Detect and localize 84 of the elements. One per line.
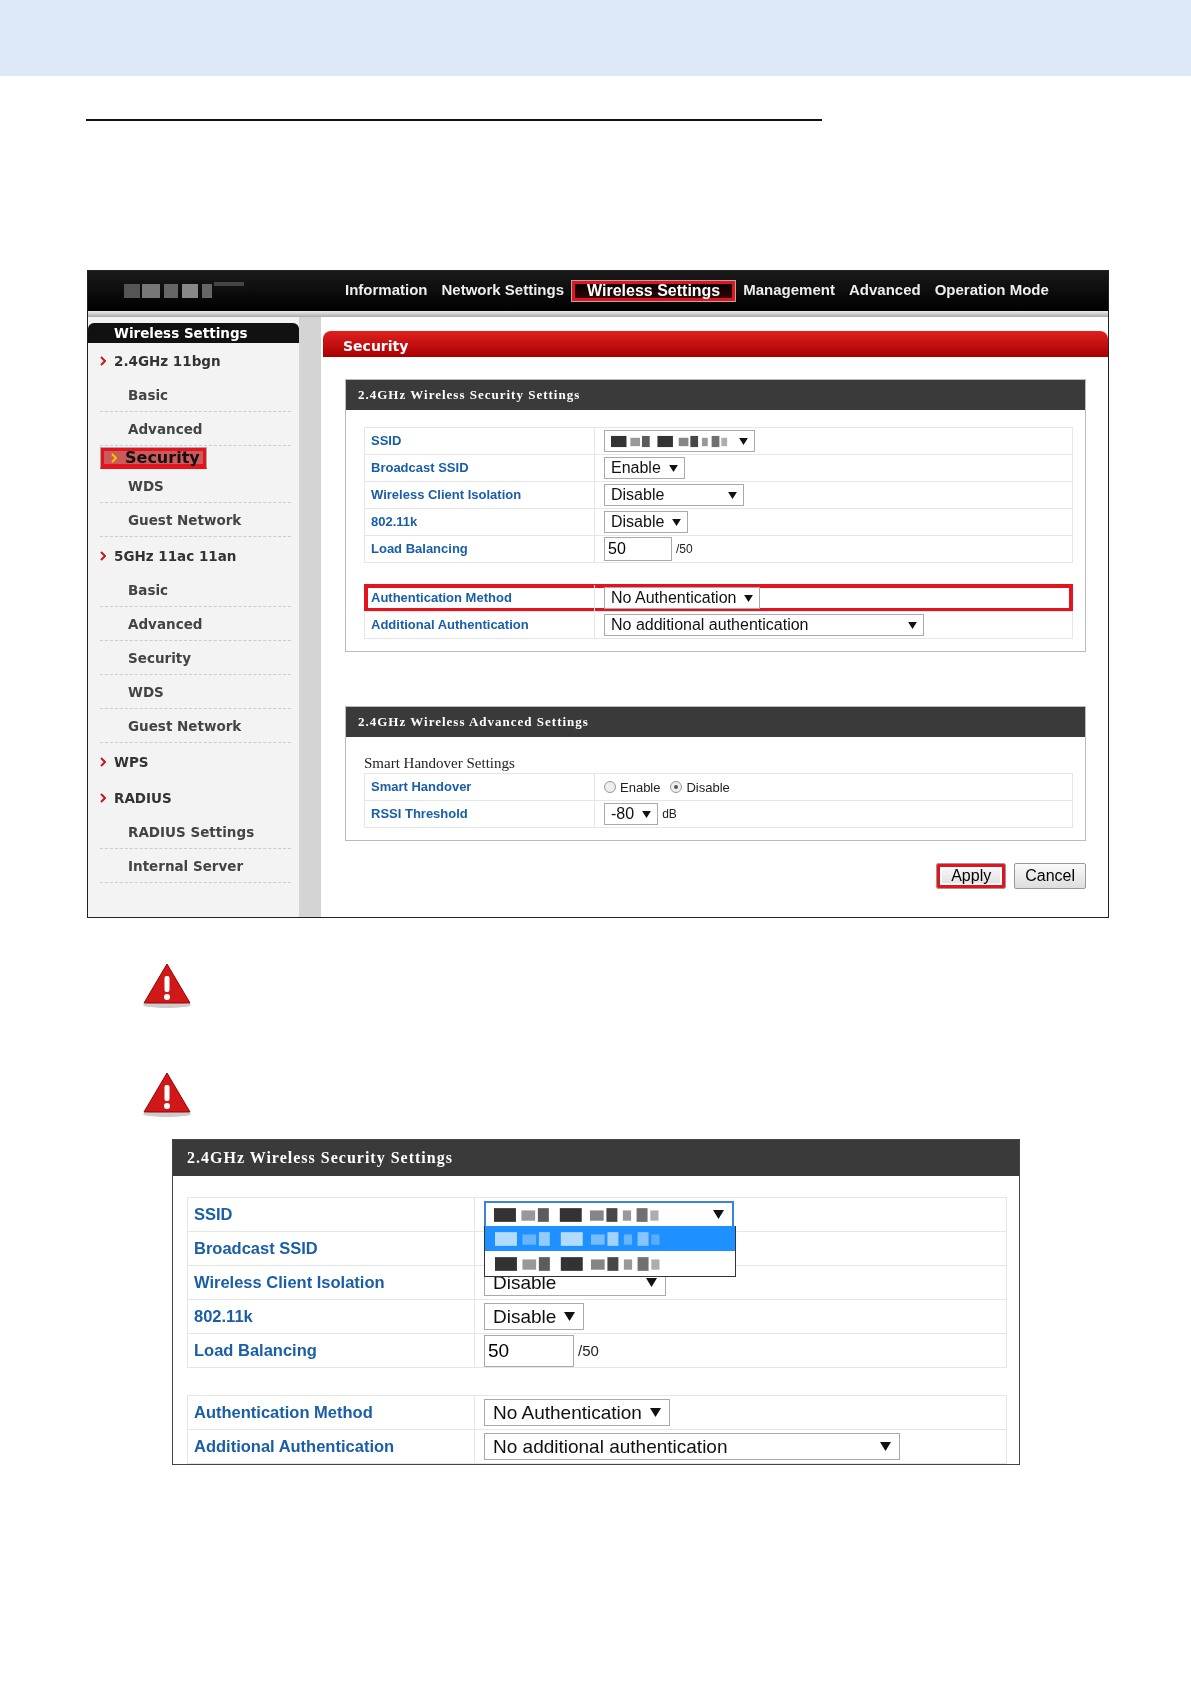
sidebar-group[interactable]: 5GHz 11ac 11an (88, 538, 299, 574)
sidebar-item[interactable]: Internal Server (100, 850, 291, 883)
field-label: Authentication Method (365, 585, 595, 611)
field-label: Broadcast SSID (188, 1232, 475, 1265)
caret-icon (744, 594, 754, 602)
radio-label: Enable (620, 779, 661, 795)
sidebar-item[interactable]: Security (100, 447, 207, 469)
dropdown-select[interactable]: No Authentication (484, 1399, 670, 1426)
sidebar-group[interactable]: RADIUS (88, 780, 299, 816)
field-label: Load Balancing (188, 1334, 475, 1367)
field-label: Additional Authentication (188, 1430, 475, 1463)
sidebar-item[interactable]: Advanced (100, 608, 291, 641)
sidebar-item[interactable]: Guest Network (100, 710, 291, 743)
nav-tab[interactable]: Wireless Settings (571, 280, 737, 302)
dropdown-select[interactable]: No Authentication (604, 587, 761, 609)
sidebar-item[interactable]: Advanced (100, 413, 291, 446)
nav-tab[interactable]: Operation Mode (927, 271, 1056, 311)
caret-icon (739, 437, 748, 445)
radio-button[interactable] (604, 781, 616, 793)
sidebar-item[interactable]: RADIUS Settings (100, 816, 291, 849)
sidebar-title: Wireless Settings (88, 323, 299, 343)
dropdown-select[interactable]: No additional authentication (484, 1433, 900, 1460)
sidebar-item[interactable]: WDS (100, 676, 291, 709)
field-label: SSID (365, 428, 595, 454)
field-label: 802.11k (188, 1300, 475, 1333)
chevron-icon (100, 356, 106, 366)
field-label: Wireless Client Isolation (365, 482, 595, 508)
field-label: Authentication Method (188, 1396, 475, 1429)
field-label: 802.11k (365, 509, 595, 535)
dropdown-select[interactable]: Disable (484, 1303, 585, 1330)
page-title-bar: Security (323, 331, 1108, 357)
field-label: Wireless Client Isolation (188, 1266, 475, 1299)
field-label: Broadcast SSID (365, 455, 595, 481)
chevron-icon (100, 757, 106, 767)
dropdown-select[interactable]: Disable (604, 484, 744, 506)
dropdown-select[interactable]: Enable (604, 457, 685, 479)
caret-icon (672, 518, 682, 526)
chevron-icon (111, 452, 117, 463)
unit-label: /50 (676, 542, 693, 556)
caret-icon (713, 1210, 724, 1219)
panel-header: 2.4GHz Wireless Security Settings (346, 380, 1085, 410)
nav-tab[interactable]: Management (736, 271, 842, 311)
field-label: SSID (188, 1198, 475, 1231)
caret-icon (728, 491, 737, 499)
nav-tab[interactable]: Information (338, 271, 435, 311)
caret-icon (668, 464, 678, 472)
input-field[interactable]: 50 (484, 1334, 574, 1367)
field-label: RSSI Threshold (365, 801, 595, 827)
caret-icon (642, 810, 652, 818)
chevron-icon (100, 551, 106, 561)
unit-label: dB (662, 807, 677, 821)
sidebar-group[interactable]: 2.4GHz 11bgn (88, 343, 299, 379)
field-label: Load Balancing (365, 536, 595, 562)
form-button[interactable]: Cancel (1014, 863, 1086, 889)
unit-label: /50 (578, 1342, 599, 1359)
radio-label: Disable (686, 779, 730, 795)
form-button[interactable]: Apply (936, 863, 1007, 889)
panel-header: 2.4GHz Wireless Advanced Settings (346, 707, 1085, 737)
nav-tab[interactable]: Network Settings (434, 271, 572, 311)
input-field[interactable]: 50 (604, 537, 672, 561)
caret-icon (880, 1442, 891, 1451)
sidebar-item[interactable]: Basic (100, 574, 291, 607)
sidebar-item[interactable]: WDS (100, 470, 291, 503)
sidebar-item[interactable]: Security (100, 642, 291, 675)
warning-icon (142, 1071, 192, 1117)
sidebar-item[interactable]: Guest Network (100, 504, 291, 537)
field-label: Additional Authentication (365, 612, 595, 638)
dropdown-select[interactable]: Disable (604, 511, 689, 533)
dropdown-select[interactable]: No additional authentication (604, 614, 924, 636)
section-subtitle: Smart Handover Settings (364, 755, 516, 772)
ssid-select[interactable] (604, 430, 755, 452)
nav-tab[interactable]: Advanced (841, 271, 928, 311)
caret-icon (908, 621, 917, 629)
ssid-select[interactable] (484, 1201, 734, 1228)
sidebar-item[interactable]: Basic (100, 379, 291, 412)
caret-icon (564, 1312, 576, 1321)
field-label: Smart Handover (365, 774, 595, 800)
sidebar-group[interactable]: WPS (88, 744, 299, 780)
caret-icon (649, 1408, 661, 1417)
warning-icon (142, 962, 192, 1008)
panel-header: 2.4GHz Wireless Security Settings (173, 1140, 1019, 1176)
radio-button[interactable] (670, 781, 683, 793)
chevron-icon (100, 793, 106, 803)
dropdown-select[interactable]: -80 (604, 803, 659, 825)
